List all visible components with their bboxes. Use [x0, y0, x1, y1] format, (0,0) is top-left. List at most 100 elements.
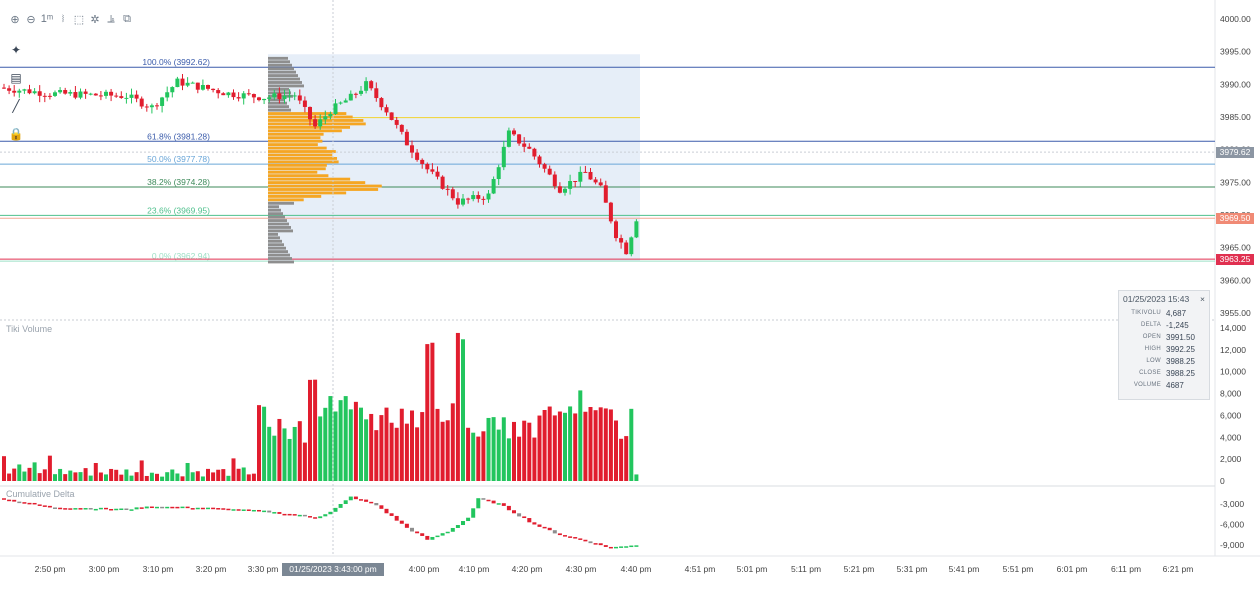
- volume-profile-bar: [268, 108, 291, 112]
- candle-body: [32, 91, 37, 94]
- ohlc-tooltip[interactable]: 01/25/2023 15:43 × TIKIVOLU 4,687 DELTA -1,…: [1118, 290, 1210, 400]
- crosshair-icon[interactable]: ✦: [6, 40, 26, 60]
- volume-bar: [359, 407, 363, 481]
- zoom-out-icon[interactable]: ⊖: [24, 10, 38, 28]
- delta-bar: [552, 530, 557, 534]
- candle-body: [170, 87, 175, 93]
- candle-body: [450, 189, 455, 199]
- candle-body: [42, 95, 47, 97]
- candle-body: [481, 198, 486, 200]
- delta-bar: [185, 506, 190, 509]
- candle-body: [435, 171, 440, 177]
- lock-icon[interactable]: 🔒: [6, 124, 26, 144]
- volume-bar: [236, 468, 241, 481]
- layout-icon[interactable]: ⧉: [120, 10, 134, 28]
- volume-bar: [598, 407, 603, 481]
- volume-profile-bar: [268, 253, 290, 257]
- tooltip-key: CLOSE: [1139, 370, 1161, 376]
- delta-bar: [7, 499, 12, 502]
- delta-bar: [404, 523, 409, 528]
- candle-body: [272, 93, 277, 98]
- candle-body: [63, 90, 68, 94]
- volume-profile-bar: [268, 236, 280, 240]
- candle-body: [583, 171, 588, 173]
- volume-profile-bar: [268, 167, 326, 171]
- zoom-in-icon[interactable]: ⊕: [8, 10, 22, 28]
- delta-bar: [12, 499, 17, 502]
- time-tick-label: 6:21 pm: [1163, 564, 1194, 574]
- candle-body: [257, 97, 261, 101]
- candle-body: [241, 93, 246, 99]
- volume-profile-bar: [268, 160, 339, 164]
- tooltip-row: TIKIVOLU 4,687: [1123, 307, 1205, 319]
- volume-bar: [313, 379, 318, 481]
- calculator-icon[interactable]: ▤: [6, 68, 26, 88]
- price-tick-label: 3990.00: [1220, 79, 1251, 89]
- volume-profile-bar: [268, 177, 351, 181]
- fib-label: 61.8% (3981.28): [147, 131, 210, 141]
- settings-icon[interactable]: ✲: [88, 10, 102, 28]
- candle-body: [420, 159, 425, 164]
- volume-profile-bar: [268, 150, 336, 153]
- time-tick-label: 5:01 pm: [737, 564, 768, 574]
- line-draw-icon[interactable]: ╱: [6, 96, 26, 116]
- volume-bar: [119, 474, 124, 481]
- tooltip-value: -1,245: [1166, 320, 1189, 330]
- candle-body: [47, 95, 52, 97]
- volume-profile-bar: [268, 146, 327, 150]
- delta-bar: [27, 502, 32, 505]
- volume-bar: [302, 442, 307, 481]
- candle-body: [568, 180, 573, 189]
- delta-bar: [134, 507, 139, 510]
- delta-bar: [149, 506, 154, 509]
- volume-bar: [338, 400, 343, 481]
- volume-bar: [415, 427, 420, 481]
- delta-bar: [603, 545, 608, 547]
- candle-body: [440, 176, 445, 189]
- candle-body: [506, 130, 511, 147]
- time-tick-label: 3:10 pm: [143, 564, 174, 574]
- delta-bar: [144, 506, 149, 509]
- chart-stage[interactable]: 4000.003995.003990.003985.003980.003975.…: [0, 0, 1260, 585]
- delta-bar: [180, 506, 185, 509]
- delta-bar: [501, 503, 506, 506]
- candle-body: [343, 100, 348, 103]
- fib-label: 0.0% (3962.94): [152, 251, 210, 261]
- volume-bar: [563, 412, 567, 481]
- volume-bar: [394, 427, 399, 481]
- chart-canvas[interactable]: 4000.003995.003990.003985.003980.003975.…: [0, 0, 1260, 585]
- delta-bar: [206, 507, 210, 510]
- volume-bar: [374, 430, 379, 481]
- candle-body: [37, 91, 42, 96]
- volume-profile-bar: [268, 129, 342, 133]
- candle-body: [557, 186, 562, 193]
- candle-body: [267, 97, 272, 99]
- candle-body: [231, 92, 236, 98]
- indicators-icon[interactable]: ⫡: [104, 10, 118, 28]
- delta-bar: [88, 508, 93, 510]
- time-tick-label: 5:51 pm: [1003, 564, 1034, 574]
- candle-type-icon[interactable]: ⧘: [56, 10, 70, 28]
- volume-bar: [542, 409, 547, 481]
- delta-bar: [430, 536, 435, 540]
- candle-body: [175, 78, 180, 88]
- delta-bar: [476, 498, 481, 509]
- time-tick-label: 3:20 pm: [196, 564, 227, 574]
- delta-bar: [486, 499, 491, 502]
- delta-bar: [109, 508, 114, 511]
- delta-bar: [297, 514, 302, 517]
- volume-bar: [614, 420, 618, 481]
- volume-tick-label: 2,000: [1220, 454, 1242, 464]
- time-tick-label: 5:11 pm: [791, 564, 821, 574]
- volume-profile-bar: [268, 229, 293, 233]
- candle-body: [471, 195, 476, 200]
- volume-profile-bar: [268, 77, 300, 81]
- candle-body: [501, 146, 506, 168]
- close-icon[interactable]: ×: [1200, 294, 1205, 304]
- candle-body: [195, 82, 200, 90]
- delta-bar: [277, 512, 282, 514]
- select-region-icon[interactable]: ⬚: [72, 10, 86, 28]
- interval-icon[interactable]: 1ᵐ: [40, 10, 54, 28]
- volume-profile-bar: [268, 170, 318, 174]
- delta-bar: [318, 516, 323, 519]
